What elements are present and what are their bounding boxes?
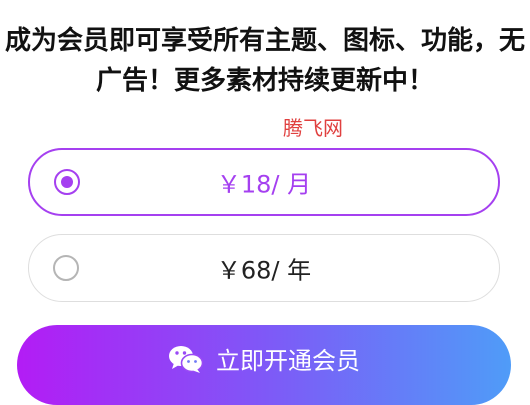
- plan-price-yearly: ￥68/ 年: [216, 256, 312, 285]
- plan-option-yearly[interactable]: ￥68/ 年: [28, 234, 500, 302]
- plan-price-monthly: ￥18/ 月: [216, 170, 312, 199]
- watermark-text: 腾飞网: [283, 116, 343, 140]
- activate-membership-button-content: 立即开通会员: [17, 341, 511, 376]
- activate-membership-button[interactable]: 立即开通会员: [17, 325, 511, 405]
- promo-headline-line2: 广告！更多素材持续更新中！: [95, 66, 434, 96]
- wechat-icon: [169, 345, 204, 373]
- activate-membership-label: 立即开通会员: [216, 347, 360, 375]
- plan-option-monthly[interactable]: ￥18/ 月: [28, 148, 500, 216]
- promo-headline-line1: 成为会员即可享受所有主题、图标、功能，无: [4, 26, 525, 56]
